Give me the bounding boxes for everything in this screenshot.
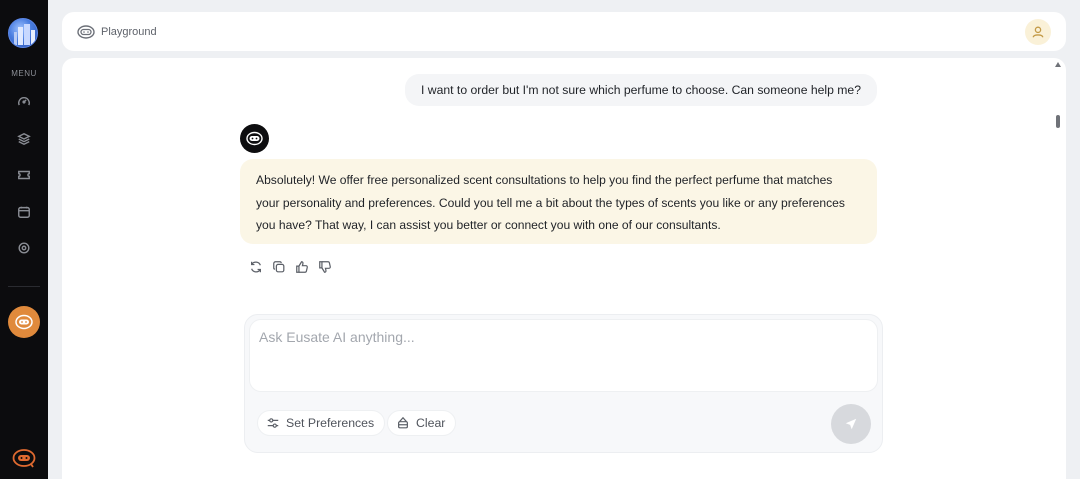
scroll-up-arrow-icon[interactable]	[1055, 62, 1061, 67]
assistant-message-line: you have? That way, I can assist you bet…	[256, 218, 721, 232]
send-icon	[845, 418, 857, 430]
set-preferences-button[interactable]: Set Preferences	[257, 410, 386, 436]
assistant-avatar	[240, 124, 269, 153]
page-title: Playground	[101, 25, 157, 38]
copy-icon[interactable]	[271, 259, 287, 275]
chat-panel: I want to order but I'm not sure which p…	[62, 58, 1066, 479]
sliders-icon	[267, 418, 279, 428]
dashboard-icon[interactable]	[15, 93, 33, 111]
settings-icon[interactable]	[15, 239, 33, 257]
thumbs-down-icon[interactable]	[317, 259, 333, 275]
message-composer: Set Preferences Clear	[244, 314, 883, 453]
refresh-icon[interactable]	[248, 259, 264, 275]
calendar-icon[interactable]	[15, 203, 33, 221]
chatbot-button[interactable]	[8, 306, 40, 338]
top-bar: Playground	[62, 12, 1066, 51]
send-button[interactable]	[831, 404, 871, 444]
layers-icon[interactable]	[15, 130, 33, 148]
user-icon	[1032, 26, 1044, 38]
scroll-thumb[interactable]	[1056, 115, 1060, 128]
set-preferences-label: Set Preferences	[286, 416, 375, 430]
user-message: I want to order but I'm not sure which p…	[405, 74, 877, 106]
ticket-icon[interactable]	[15, 166, 33, 184]
eraser-icon	[398, 416, 408, 429]
assistant-message-line: Absolutely! We offer free personalized s…	[256, 173, 833, 187]
building-logo-icon[interactable]	[8, 18, 38, 48]
user-avatar-button[interactable]	[1025, 19, 1051, 45]
message-input[interactable]	[249, 319, 878, 392]
message-actions	[248, 259, 333, 275]
assistant-message-line: your personality and preferences. Could …	[256, 195, 845, 210]
menu-label: MENU	[11, 69, 37, 78]
clear-label: Clear	[416, 416, 446, 430]
thumbs-up-icon[interactable]	[294, 259, 310, 275]
chatbot-icon	[246, 131, 263, 146]
scrollbar[interactable]	[1054, 60, 1062, 479]
chatbot-icon	[15, 314, 33, 330]
chatbot-logo-icon	[10, 446, 38, 470]
chatbot-outline-icon	[76, 24, 96, 40]
sidebar: MENU	[0, 0, 48, 479]
sidebar-divider	[8, 286, 40, 287]
assistant-message: Absolutely! We offer free personalized s…	[240, 159, 877, 244]
clear-button[interactable]: Clear	[387, 410, 457, 436]
